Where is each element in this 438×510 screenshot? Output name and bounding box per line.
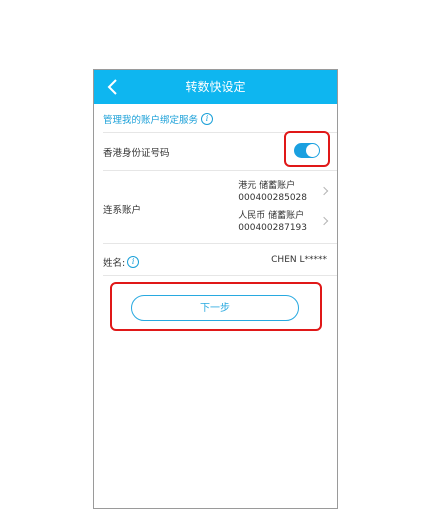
app-header: 转数快设定	[94, 70, 337, 104]
info-icon[interactable]: i	[201, 113, 214, 125]
divider	[103, 275, 337, 276]
account-rmb[interactable]: 人民币 储蓄账户 000400287193	[238, 210, 307, 234]
name-label: 姓名:	[103, 258, 126, 269]
account-hkd[interactable]: 港元 储蓄账户 000400285028	[238, 180, 307, 204]
hkid-label: 香港身份证号码	[103, 148, 170, 159]
account-type: 人民币 储蓄账户	[238, 211, 305, 221]
chevron-right-icon[interactable]	[319, 216, 329, 226]
account-number: 000400287193	[238, 223, 307, 233]
toggle-knob	[306, 144, 319, 157]
name-label-group: 姓名: i	[103, 255, 140, 269]
hkid-toggle[interactable]	[294, 143, 320, 158]
account-type: 港元 储蓄账户	[238, 181, 296, 191]
name-value: CHEN L*****	[271, 255, 327, 265]
chevron-right-icon[interactable]	[319, 186, 329, 196]
divider	[103, 170, 337, 171]
manage-binding-label: 管理我的账户绑定服务	[103, 115, 199, 126]
page-title: 转数快设定	[185, 80, 246, 94]
divider	[103, 243, 337, 244]
next-button[interactable]: 下一步	[131, 295, 299, 321]
manage-binding-link[interactable]: 管理我的账户绑定服务 i	[103, 112, 214, 126]
info-icon[interactable]: i	[127, 256, 140, 268]
phone-screen: 转数快设定 管理我的账户绑定服务 i 香港身份证号码 连系账户 港元 储蓄账户 …	[93, 69, 338, 509]
linked-accounts-label: 连系账户	[103, 205, 142, 216]
account-number: 000400285028	[238, 193, 307, 203]
